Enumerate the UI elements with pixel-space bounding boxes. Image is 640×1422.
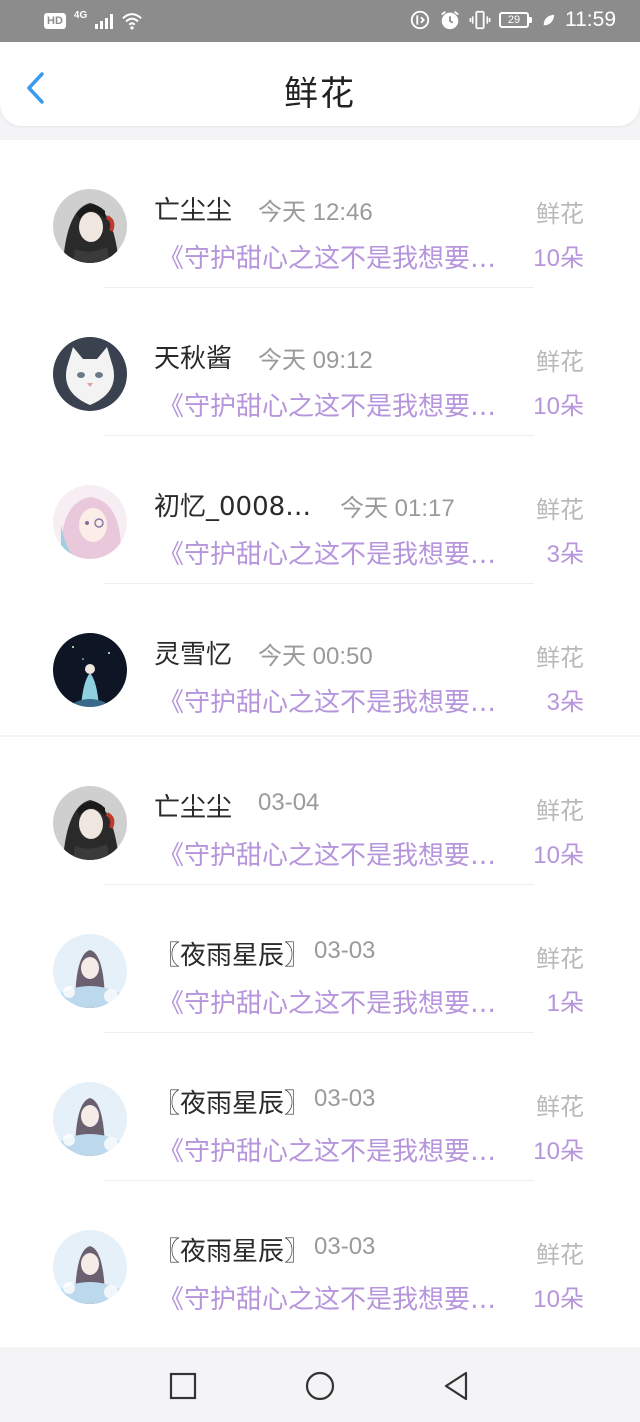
timestamp: 03-04 [258,789,320,816]
list-item[interactable]: 天秋酱 今天 09:12 鲜花 《守护甜心之这不是我想要… 10朵 [0,288,640,436]
home-button[interactable] [302,1368,338,1404]
sender-name: 亡尘尘 [154,793,233,823]
list-item[interactable]: 亡尘尘 03-04 鲜花 《守护甜心之这不是我想要… 10朵 [0,737,640,885]
sender-name: 天秋酱 [154,344,233,374]
avatar[interactable] [53,485,127,559]
system-nav-bar [0,1350,640,1422]
list-item[interactable]: 灵雪忆 今天 00:50 鲜花 《守护甜心之这不是我想要… 3朵 [0,584,640,732]
status-left: HD 4G [44,10,143,32]
sender-name: 〖夜雨星辰〗 [154,1237,311,1267]
wifi-icon [122,13,143,30]
gift-type: 鲜花 [536,1093,584,1121]
flower-count: 10朵 [533,393,584,420]
data-saver-icon [410,10,430,30]
timestamp: 03-03 [314,1085,376,1112]
flower-count: 3朵 [546,541,584,568]
list-section-earlier: 亡尘尘 03-04 鲜花 《守护甜心之这不是我想要… 10朵 〖夜雨星辰〗 03… [0,737,640,1347]
flower-list: 亡尘尘 今天 12:46 鲜花 《守护甜心之这不是我想要… 10朵 天秋酱 今天… [0,140,640,1347]
avatar[interactable] [53,786,127,860]
flower-count: 3朵 [546,689,584,716]
circle-icon [305,1371,335,1401]
gift-type: 鲜花 [536,1241,584,1269]
header-bar: 鲜花 [0,42,640,126]
gift-type: 鲜花 [536,945,584,973]
network-type: 4G [73,9,88,21]
list-item[interactable]: 亡尘尘 今天 12:46 鲜花 《守护甜心之这不是我想要… 10朵 [0,140,640,288]
avatar[interactable] [53,633,127,707]
timestamp: 今天 09:12 [258,347,373,374]
flower-count: 10朵 [533,1286,584,1313]
list-section-today: 亡尘尘 今天 12:46 鲜花 《守护甜心之这不是我想要… 10朵 天秋酱 今天… [0,140,640,735]
triangle-back-icon [444,1371,468,1401]
book-title-link[interactable]: 《守护甜心之这不是我想要… [158,386,528,423]
avatar[interactable] [53,934,127,1008]
book-title-link[interactable]: 《守护甜心之这不是我想要… [158,1131,528,1168]
leaf-icon [543,14,555,26]
timestamp: 03-03 [314,1233,376,1260]
book-title-link[interactable]: 《守护甜心之这不是我想要… [158,682,528,719]
gift-type: 鲜花 [536,348,584,376]
sender-name: 〖夜雨星辰〗 [154,941,311,971]
vibrate-icon [469,10,491,30]
sender-name: 灵雪忆 [154,640,233,670]
avatar[interactable] [53,1230,127,1304]
alarm-icon [441,11,459,30]
timestamp: 今天 01:17 [340,495,455,522]
avatar[interactable] [53,1082,127,1156]
nav-back-button[interactable] [438,1368,474,1404]
avatar[interactable] [53,337,127,411]
recents-button[interactable] [165,1368,201,1404]
avatar[interactable] [53,189,127,263]
square-icon [169,1372,197,1400]
timestamp: 今天 12:46 [258,199,373,226]
hd-badge: HD [44,13,66,29]
gift-type: 鲜花 [536,797,584,825]
gift-type: 鲜花 [536,200,584,228]
clock: 11:59 [565,8,616,31]
list-item[interactable]: 〖夜雨星辰〗 03-03 鲜花 《守护甜心之这不是我想要… 10朵 [0,1033,640,1181]
gift-type: 鲜花 [536,644,584,672]
flower-count: 10朵 [533,842,584,869]
page-title: 鲜花 [284,74,356,114]
timestamp: 今天 00:50 [258,643,373,670]
timestamp: 03-03 [314,937,376,964]
book-title-link[interactable]: 《守护甜心之这不是我想要… [158,1279,528,1316]
gift-type: 鲜花 [536,496,584,524]
flower-count: 10朵 [533,1138,584,1165]
status-right: 29 11:59 [409,8,616,32]
flower-count: 1朵 [546,990,584,1017]
signal-icon [95,13,114,29]
status-bar: HD 4G 29 11:59 [0,0,640,42]
list-item[interactable]: 〖夜雨星辰〗 03-03 鲜花 《守护甜心之这不是我想要… 10朵 [0,1181,640,1329]
book-title-link[interactable]: 《守护甜心之这不是我想要… [158,983,528,1020]
battery-icon: 29 [499,12,532,28]
flower-count: 10朵 [533,245,584,272]
sender-name: 〖夜雨星辰〗 [154,1089,311,1119]
list-item[interactable]: 〖夜雨星辰〗 03-03 鲜花 《守护甜心之这不是我想要… 1朵 [0,885,640,1033]
book-title-link[interactable]: 《守护甜心之这不是我想要… [158,534,528,571]
book-title-link[interactable]: 《守护甜心之这不是我想要… [158,835,528,872]
sender-name: 亡尘尘 [154,196,233,226]
book-title-link[interactable]: 《守护甜心之这不是我想要… [158,238,528,275]
list-item[interactable]: 初忆_0008… 今天 01:17 鲜花 《守护甜心之这不是我想要… 3朵 [0,436,640,584]
sender-name: 初忆_0008… [154,492,312,522]
